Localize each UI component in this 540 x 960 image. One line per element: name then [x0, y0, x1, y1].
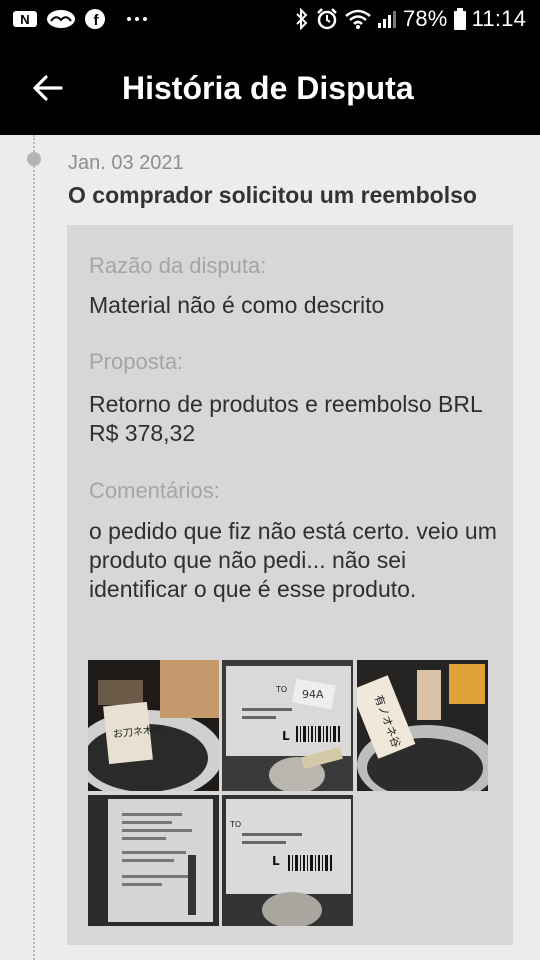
notification-icons: N f — [12, 8, 148, 30]
evidence-photo-2[interactable]: TO 94A L — [222, 660, 353, 791]
evidence-photo-3[interactable]: 有ノオネ谷 — [357, 660, 488, 791]
comments-label: Comentários: — [89, 478, 220, 503]
event-date: Jan. 03 2021 — [68, 152, 184, 174]
proposal-label: Proposta: — [89, 349, 184, 374]
timeline-dot — [27, 152, 41, 166]
proposal-value: Retorno de produtos e reembolso BRL R$ 3… — [89, 391, 482, 446]
event-title: O comprador solicitou um reembolso — [68, 182, 477, 208]
photo-2-label-to: TO — [275, 685, 287, 694]
photo-2-label-94a: 94A — [302, 688, 324, 701]
alarm-icon — [315, 7, 339, 31]
battery-percent: 78% — [402, 6, 448, 31]
timeline-line — [33, 135, 35, 960]
wifi-icon — [345, 8, 371, 30]
comments-value: o pedido que fiz não está certo. veio um… — [89, 518, 497, 602]
photo-2-label-l: L — [282, 729, 290, 743]
evidence-photo-1[interactable]: お刀ネ木舎 — [88, 660, 219, 791]
page-title: História de Disputa — [122, 70, 414, 106]
reason-label: Razão da disputa: — [89, 253, 267, 278]
signal-icon — [377, 9, 397, 29]
photo-5-label-l: L — [272, 854, 280, 868]
app-bar: História de Disputa — [0, 40, 540, 135]
battery-icon — [453, 8, 466, 30]
photo-5-label-to: TO — [229, 820, 241, 829]
arrow-left-icon — [33, 75, 63, 101]
system-status: 78% 11:14 — [295, 6, 526, 32]
back-button[interactable] — [22, 68, 74, 108]
deezer-icon — [46, 9, 76, 29]
evidence-photo-5[interactable]: TO L — [222, 795, 353, 926]
reason-value: Material não é como descrito — [89, 292, 385, 318]
evidence-photo-4[interactable] — [88, 795, 219, 926]
dispute-details-card: Razão da disputa: Material não é como de… — [67, 225, 513, 945]
bluetooth-icon — [295, 8, 309, 30]
svg-text:N: N — [20, 12, 29, 27]
clock: 11:14 — [471, 6, 526, 31]
more-notifications-icon — [126, 16, 148, 22]
status-bar: N f 78% 11:14 — [0, 0, 540, 40]
netflix-icon: N — [12, 9, 38, 29]
facebook-icon: f — [84, 8, 106, 30]
